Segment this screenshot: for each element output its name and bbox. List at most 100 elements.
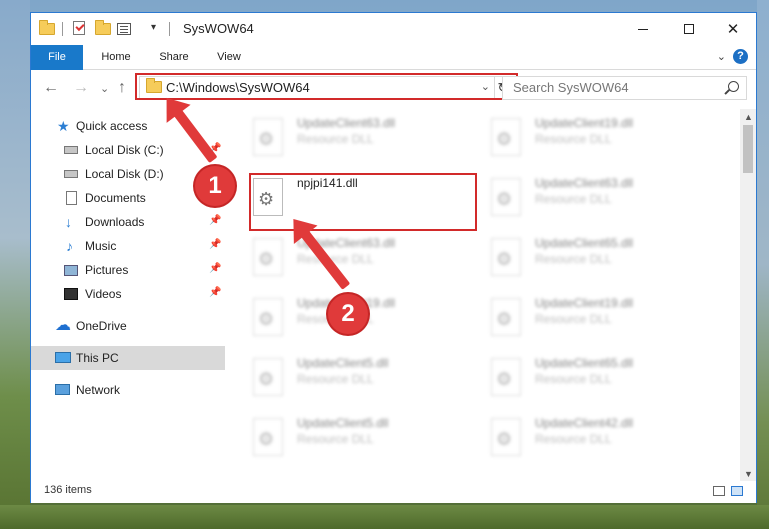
highlight-box-file bbox=[249, 173, 477, 231]
file-item[interactable]: UpdateClient63.dll Resource DLL bbox=[483, 174, 713, 234]
recent-locations-icon[interactable]: ⌄ bbox=[100, 82, 109, 95]
item-count: 136 items bbox=[44, 484, 92, 496]
pictures-icon bbox=[64, 265, 78, 276]
sidebar-item-label: Quick access bbox=[76, 119, 148, 133]
dll-file-icon bbox=[491, 238, 521, 276]
minimize-button[interactable] bbox=[620, 13, 666, 45]
search-icon[interactable] bbox=[728, 81, 739, 92]
documents-icon bbox=[66, 191, 77, 205]
file-name: UpdateClient65.dll bbox=[535, 356, 634, 370]
disk-icon bbox=[64, 170, 78, 178]
scroll-down-icon[interactable]: ▼ bbox=[744, 469, 753, 479]
dll-file-icon bbox=[253, 298, 283, 336]
maximize-icon bbox=[684, 24, 694, 34]
sidebar-item-label: Documents bbox=[85, 191, 146, 205]
step-badge-2: 2 bbox=[328, 294, 368, 334]
downloads-icon: ↓ bbox=[65, 214, 72, 230]
file-item[interactable]: UpdateClient42.dll Resource DLL bbox=[483, 414, 713, 471]
divider bbox=[169, 22, 170, 36]
details-view-icon[interactable] bbox=[713, 486, 725, 496]
sidebar-item-pictures[interactable]: Pictures 📌 bbox=[31, 258, 225, 282]
large-icons-view-icon[interactable] bbox=[731, 486, 743, 496]
sidebar-item-label: Local Disk (C:) bbox=[85, 143, 164, 157]
search-input[interactable]: Search SysWOW64 bbox=[502, 76, 747, 100]
tab-home[interactable]: Home bbox=[93, 45, 139, 69]
file-item[interactable]: UpdateClient19.dll Resource DLL bbox=[483, 294, 713, 354]
this-pc-icon bbox=[55, 352, 71, 363]
sidebar-item-label: Downloads bbox=[85, 215, 145, 229]
sidebar-item-network[interactable]: Network bbox=[31, 378, 225, 402]
file-item[interactable]: UpdateClient5.dll Resource DLL bbox=[245, 414, 475, 471]
sidebar-item-onedrive[interactable]: ☁ OneDrive bbox=[31, 314, 225, 338]
sidebar-item-label: Local Disk (D:) bbox=[85, 167, 164, 181]
search-placeholder: Search SysWOW64 bbox=[513, 80, 629, 95]
step-badge-1: 1 bbox=[195, 166, 235, 206]
navigation-pane: ★ Quick access Local Disk (C:) 📌 Local D… bbox=[31, 109, 225, 471]
sidebar-item-music[interactable]: ♪ Music 📌 bbox=[31, 234, 225, 258]
sidebar-item-this-pc[interactable]: This PC bbox=[31, 346, 225, 370]
file-name: UpdateClient63.dll bbox=[535, 176, 634, 190]
file-name: UpdateClient65.dll bbox=[535, 236, 634, 250]
pin-icon: 📌 bbox=[209, 287, 222, 298]
file-item[interactable]: UpdateClient65.dll Resource DLL bbox=[483, 234, 713, 294]
sidebar-item-downloads[interactable]: ↓ Downloads 📌 bbox=[31, 210, 225, 234]
onedrive-icon: ☁ bbox=[55, 317, 71, 334]
ribbon-tabs: File Home Share View ⌄ ? bbox=[31, 45, 756, 105]
file-type: Resource DLL bbox=[297, 432, 374, 446]
file-name: UpdateClient42.dll bbox=[535, 416, 634, 430]
file-name: UpdateClient19.dll bbox=[535, 116, 634, 130]
back-arrow-icon[interactable]: ← bbox=[43, 79, 59, 97]
dll-file-icon bbox=[491, 178, 521, 216]
file-item[interactable]: UpdateClient63.dll Resource DLL bbox=[245, 114, 475, 174]
file-explorer-window: ▾ SysWOW64 ✕ File Home Share View ⌄ ? ← … bbox=[30, 12, 757, 503]
vertical-scrollbar[interactable]: ▲ ▼ bbox=[740, 109, 756, 481]
scroll-up-icon[interactable]: ▲ bbox=[744, 112, 753, 122]
expand-ribbon-icon[interactable]: ⌄ bbox=[717, 50, 726, 63]
window-title: SysWOW64 bbox=[183, 21, 254, 36]
customize-view-icon[interactable] bbox=[117, 21, 133, 37]
tab-view[interactable]: View bbox=[209, 45, 249, 69]
help-icon[interactable]: ? bbox=[733, 49, 748, 64]
highlight-box-address bbox=[135, 73, 518, 100]
folder-icon bbox=[39, 20, 55, 37]
sidebar-item-label: OneDrive bbox=[76, 319, 127, 333]
navigation-bar: ← → ⌄ ↑ C:\Windows\SysWOW64 ⌄ ↻ Search S… bbox=[31, 70, 756, 106]
close-icon: ✕ bbox=[726, 21, 740, 38]
file-type: Resource DLL bbox=[535, 312, 612, 326]
dll-file-icon bbox=[491, 418, 521, 456]
dll-file-icon bbox=[491, 358, 521, 396]
file-item[interactable]: UpdateClient65.dll Resource DLL bbox=[483, 354, 713, 414]
forward-arrow-icon[interactable]: → bbox=[73, 79, 89, 97]
file-type: Resource DLL bbox=[297, 132, 374, 146]
pin-icon: 📌 bbox=[209, 239, 222, 250]
dll-file-icon bbox=[253, 358, 283, 396]
dll-file-icon bbox=[253, 238, 283, 276]
file-item[interactable]: UpdateClient19.dll Resource DLL bbox=[483, 114, 713, 174]
tab-share[interactable]: Share bbox=[151, 45, 197, 69]
sidebar-item-videos[interactable]: Videos 📌 bbox=[31, 282, 225, 306]
dll-file-icon bbox=[491, 118, 521, 156]
file-list: UpdateClient63.dll Resource DLL npjpi141… bbox=[245, 109, 743, 471]
sidebar-item-label: This PC bbox=[76, 351, 119, 365]
new-folder-icon[interactable] bbox=[95, 20, 111, 37]
file-type: Resource DLL bbox=[297, 372, 374, 386]
quick-access-dropdown-icon[interactable]: ▾ bbox=[151, 22, 156, 33]
up-arrow-icon[interactable]: ↑ bbox=[118, 79, 126, 97]
file-item[interactable]: UpdateClient5.dll Resource DLL bbox=[245, 354, 475, 414]
file-name: UpdateClient5.dll bbox=[297, 416, 389, 430]
sidebar-item-label: Videos bbox=[85, 287, 122, 301]
file-item[interactable]: UpdateClient63.dll Resource DLL bbox=[245, 234, 475, 294]
star-icon: ★ bbox=[57, 118, 70, 134]
file-type: Resource DLL bbox=[535, 132, 612, 146]
sidebar-item-label: Network bbox=[76, 383, 121, 397]
minimize-icon bbox=[638, 28, 648, 30]
desktop-background-left bbox=[0, 0, 30, 529]
close-button[interactable]: ✕ bbox=[710, 13, 756, 45]
scrollbar-thumb[interactable] bbox=[743, 125, 753, 173]
desktop-background-bottom bbox=[0, 505, 769, 529]
maximize-button[interactable] bbox=[666, 13, 712, 45]
pin-icon: 📌 bbox=[209, 263, 222, 274]
file-type: Resource DLL bbox=[535, 192, 612, 206]
videos-icon bbox=[64, 288, 78, 300]
properties-check-icon[interactable] bbox=[73, 21, 89, 37]
